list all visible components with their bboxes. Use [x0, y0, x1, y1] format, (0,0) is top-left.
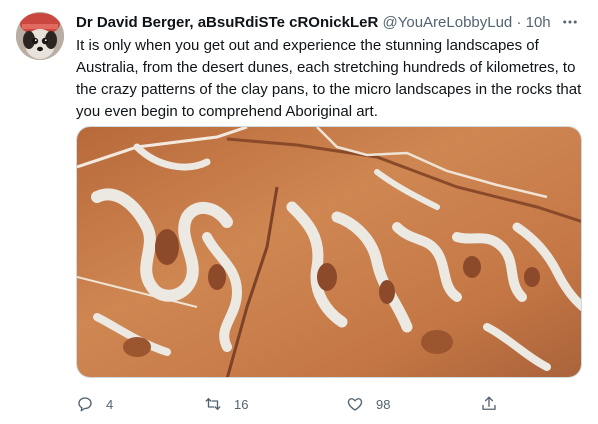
more-button[interactable]	[558, 12, 582, 32]
like-count: 98	[376, 396, 391, 412]
dog-avatar-image	[16, 12, 64, 60]
reply-button[interactable]: 4	[76, 390, 113, 418]
heart-icon	[347, 398, 363, 411]
author-name[interactable]: Dr David Berger, aBsuRdiSTe cROnickLeR	[76, 14, 378, 31]
separator-dot: ·	[516, 14, 522, 31]
like-button[interactable]: 98	[346, 390, 390, 418]
share-button[interactable]	[480, 390, 498, 418]
rock-landscape-image	[77, 127, 581, 377]
tweet-photo[interactable]	[76, 126, 582, 378]
more-horizontal-icon	[563, 20, 577, 24]
retweet-icon	[205, 398, 221, 410]
reply-count: 4	[106, 396, 114, 412]
tweet-actions: 4 16 98	[76, 390, 516, 418]
tweet-text: It is only when you get out and experien…	[76, 37, 582, 120]
retweet-count: 16	[234, 396, 249, 412]
avatar[interactable]	[16, 12, 64, 60]
author-handle[interactable]: @YouAreLobbyLud	[383, 14, 513, 31]
tweet[interactable]: Dr David Berger, aBsuRdiSTe cROnickLeR @…	[0, 0, 598, 424]
tweet-time[interactable]: 10h	[526, 14, 551, 31]
tweet-header: Dr David Berger, aBsuRdiSTe cROnickLeR @…	[76, 13, 558, 33]
share-icon	[482, 396, 496, 410]
reply-icon	[78, 397, 92, 412]
retweet-button[interactable]: 16	[204, 390, 248, 418]
